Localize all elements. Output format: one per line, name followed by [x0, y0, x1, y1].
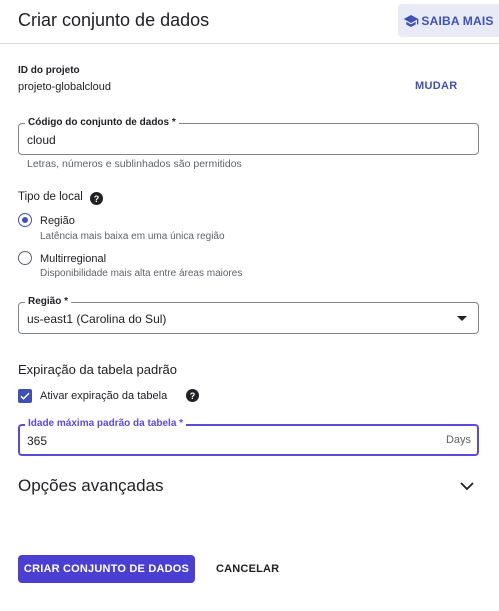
project-id-label: ID do projeto — [18, 65, 80, 76]
region-radio[interactable] — [18, 213, 32, 227]
school-icon — [404, 14, 419, 27]
learn-more-button[interactable]: SAIBA MAIS — [398, 4, 499, 37]
chevron-down-icon[interactable] — [459, 479, 475, 493]
expiration-heading: Expiração da tabela padrão — [18, 362, 178, 377]
region-label: Região * — [25, 296, 72, 307]
region-select[interactable]: Região * us-east1 (Carolina do Sul) — [18, 296, 479, 334]
region-option-title: Região — [40, 215, 75, 227]
multiregion-option-subtitle: Disponibilidade mais alta entre áreas ma… — [40, 268, 243, 279]
multiregion-option-title: Multirregional — [40, 253, 107, 265]
dataset-code-input[interactable]: cloud — [27, 133, 56, 147]
max-age-field[interactable]: Idade máxima padrão da tabela * 365 Days — [18, 418, 479, 456]
dataset-code-label: Código do conjunto de dados * — [25, 117, 179, 128]
learn-more-label: SAIBA MAIS — [421, 13, 494, 28]
dropdown-arrow-icon — [457, 316, 467, 321]
dataset-code-hint: Letras, números e sublinhados são permit… — [27, 158, 242, 170]
help-icon[interactable]: ? — [186, 389, 199, 402]
multiregion-radio[interactable] — [18, 251, 32, 265]
advanced-options-label[interactable]: Opções avançadas — [18, 476, 164, 496]
dialog-title: Criar conjunto de dados — [18, 10, 210, 30]
enable-expiration-label: Ativar expiração da tabela — [40, 390, 168, 402]
region-option-subtitle: Latência mais baixa em uma única região — [40, 231, 225, 242]
check-icon — [20, 392, 30, 400]
region-selected-value: us-east1 (Carolina do Sul) — [27, 312, 167, 326]
dialog-header: Criar conjunto de dados SAIBA MAIS — [0, 0, 499, 44]
enable-expiration-checkbox[interactable] — [18, 389, 32, 403]
max-age-label: Idade máxima padrão da tabela * — [25, 418, 187, 429]
dataset-code-field[interactable]: Código do conjunto de dados * cloud — [18, 117, 479, 155]
help-icon[interactable]: ? — [90, 192, 103, 205]
project-id-value: projeto-globalcloud — [18, 81, 111, 93]
create-dataset-button[interactable]: CRIAR CONJUNTO DE DADOS — [18, 555, 195, 583]
cancel-button[interactable]: CANCELAR — [216, 563, 279, 575]
location-type-label: Tipo de local — [18, 191, 83, 203]
max-age-input[interactable]: 365 — [27, 434, 47, 448]
change-project-button[interactable]: MUDAR — [415, 80, 457, 92]
max-age-suffix: Days — [445, 434, 471, 446]
